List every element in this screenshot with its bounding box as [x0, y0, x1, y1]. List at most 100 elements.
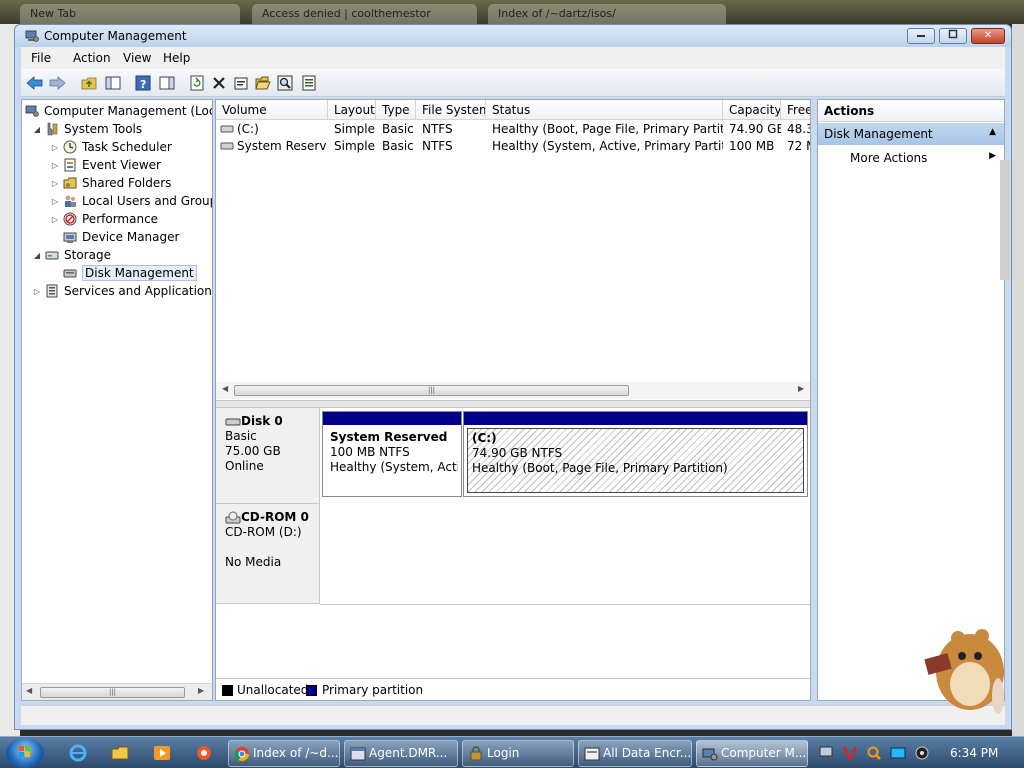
up-one-level-button[interactable] [79, 73, 99, 93]
browser-tab[interactable]: Index of /~dartz/isos/ [488, 4, 726, 24]
show-hide-action-pane-button[interactable] [157, 73, 177, 93]
network-tray-icon[interactable] [818, 745, 834, 761]
app-quicklaunch-icon[interactable] [194, 743, 214, 763]
column-header-file-system[interactable]: File System [416, 100, 486, 120]
tree-item-system-tools[interactable]: ◢ System Tools [30, 120, 142, 138]
tree-horizontal-scrollbar[interactable]: ◀ ||| ▶ [22, 683, 212, 700]
antivirus-v-tray-icon[interactable] [842, 745, 858, 761]
back-arrow-icon [26, 76, 43, 90]
partition-system-reserved[interactable]: System Reserved 100 MB NTFS Healthy (Sys… [322, 411, 462, 497]
partition-c-drive[interactable]: (C:) 74.90 GB NTFS Healthy (Boot, Page F… [463, 411, 808, 497]
expand-arrow-icon[interactable]: ▷ [48, 215, 62, 224]
column-header-capacity[interactable]: Capacity [723, 100, 781, 120]
column-header-layout[interactable]: Layout [328, 100, 376, 120]
collapse-arrow-icon[interactable]: ◢ [30, 251, 44, 260]
menu-view[interactable]: View [123, 51, 151, 65]
tree-label: Local Users and Groups [82, 194, 213, 208]
scrollbar-thumb[interactable]: ||| [40, 687, 185, 698]
column-header-status[interactable]: Status [486, 100, 723, 120]
collapse-arrow-icon[interactable]: ◢ [30, 125, 44, 134]
volume-tray-icon[interactable] [914, 745, 930, 761]
volume-list-horizontal-scrollbar[interactable]: ◀ ||| ▶ [216, 382, 810, 399]
forward-button[interactable] [47, 73, 67, 93]
display-tray-icon[interactable] [890, 745, 906, 761]
explorer-folder-icon[interactable] [110, 743, 130, 763]
file-system-cell: NTFS [422, 122, 453, 136]
hamster-mascot-image [924, 629, 1004, 714]
search-tray-icon[interactable] [866, 745, 882, 761]
show-hide-console-tree-button[interactable] [103, 73, 123, 93]
column-header-volume[interactable]: Volume [216, 100, 328, 120]
delete-button[interactable] [209, 73, 229, 93]
expand-arrow-icon[interactable]: ▷ [30, 287, 44, 296]
scroll-left-icon[interactable]: ◀ [222, 384, 228, 393]
browser-tab[interactable]: New Tab [20, 4, 240, 24]
taskbar-button-encryption[interactable]: All Data Encr... [578, 740, 692, 767]
tree-item-performance[interactable]: ▷ Performance [48, 210, 158, 228]
scroll-right-icon[interactable]: ▶ [198, 686, 204, 695]
open-folder-button[interactable] [253, 73, 273, 93]
performance-icon [62, 211, 78, 227]
actions-section-disk-management[interactable]: Disk Management ▲ [818, 123, 1004, 145]
taskbar-button-chrome[interactable]: Index of /~d... [228, 740, 340, 767]
media-player-icon[interactable] [152, 743, 172, 763]
internet-explorer-icon[interactable] [68, 743, 88, 763]
tree-item-event-viewer[interactable]: ▷ Event Viewer [48, 156, 161, 174]
tools-icon [44, 121, 60, 137]
expand-arrow-icon[interactable]: ▷ [48, 161, 62, 170]
tree-item-device-manager[interactable]: Device Manager [62, 228, 179, 246]
search-button[interactable] [275, 73, 295, 93]
tree-item-task-scheduler[interactable]: ▷ Task Scheduler [48, 138, 172, 156]
properties-button[interactable] [231, 73, 251, 93]
event-viewer-icon [62, 157, 78, 173]
tree-item-disk-management[interactable]: Disk Management [62, 264, 197, 282]
tree-item-shared-folders[interactable]: ▷ Shared Folders [48, 174, 171, 192]
help-button[interactable]: ? [133, 73, 153, 93]
start-button[interactable] [6, 738, 44, 768]
minimize-button[interactable] [907, 28, 935, 44]
expand-arrow-icon[interactable]: ▷ [48, 197, 62, 206]
back-button[interactable] [25, 73, 45, 93]
cdrom-0-label[interactable]: CD-ROM 0 CD-ROM (D:) No Media [216, 504, 320, 604]
expand-arrow-icon[interactable]: ▷ [48, 143, 62, 152]
tree-item-local-users[interactable]: ▷ Local Users and Groups [48, 192, 213, 210]
collapse-up-icon[interactable]: ▲ [989, 127, 996, 137]
more-actions-item[interactable]: More Actions ▶ [818, 146, 1004, 168]
expand-arrow-icon[interactable]: ▷ [48, 179, 62, 188]
tree-item-services-applications[interactable]: ▷ Services and Applications [30, 282, 212, 300]
maximize-button[interactable] [939, 28, 967, 44]
system-clock[interactable]: 6:34 PM [950, 746, 998, 760]
disk-name: CD-ROM 0 [241, 510, 309, 524]
tree-item-root[interactable]: Computer Management (Local [24, 102, 212, 120]
column-header-free[interactable]: Free [781, 100, 810, 120]
volume-cell: System Reserved [237, 139, 327, 153]
computer-management-icon [25, 30, 39, 42]
menu-help[interactable]: Help [163, 51, 190, 65]
title-bar[interactable]: Computer Management ✕ [15, 25, 1011, 47]
partition-size: 74.90 GB NTFS [472, 446, 563, 460]
pane-splitter[interactable] [216, 400, 810, 408]
taskbar-button-computer-management[interactable]: Computer M... [696, 740, 808, 767]
close-button[interactable]: ✕ [971, 28, 1005, 44]
browser-tab[interactable]: Access denied | coolthemestor [252, 4, 477, 24]
partition-status: Healthy (System, Active [330, 460, 458, 474]
refresh-button[interactable] [187, 73, 207, 93]
scrollbar-thumb[interactable]: ||| [234, 385, 629, 396]
disk-0-label[interactable]: Disk 0 Basic 75.00 GB Online [216, 408, 320, 504]
tree-item-storage[interactable]: ◢ Storage [30, 246, 111, 264]
export-list-button[interactable] [299, 73, 319, 93]
disk-graphical-view: Disk 0 Basic 75.00 GB Online System Rese… [216, 408, 810, 678]
menu-file[interactable]: File [31, 51, 51, 65]
partition-status: Healthy (Boot, Page File, Primary Partit… [472, 461, 728, 475]
scroll-right-icon[interactable]: ▶ [798, 384, 804, 393]
clock-icon [62, 139, 78, 155]
more-actions-label: More Actions [850, 151, 928, 165]
hard-disk-icon [225, 418, 241, 425]
menu-action[interactable]: Action [73, 51, 111, 65]
disk-state: Online [225, 459, 264, 473]
services-icon [44, 283, 60, 299]
taskbar-button-login[interactable]: Login [462, 740, 574, 767]
column-header-type[interactable]: Type [376, 100, 416, 120]
taskbar-button-agent[interactable]: Agent.DMR... [344, 740, 458, 767]
scroll-left-icon[interactable]: ◀ [26, 686, 32, 695]
